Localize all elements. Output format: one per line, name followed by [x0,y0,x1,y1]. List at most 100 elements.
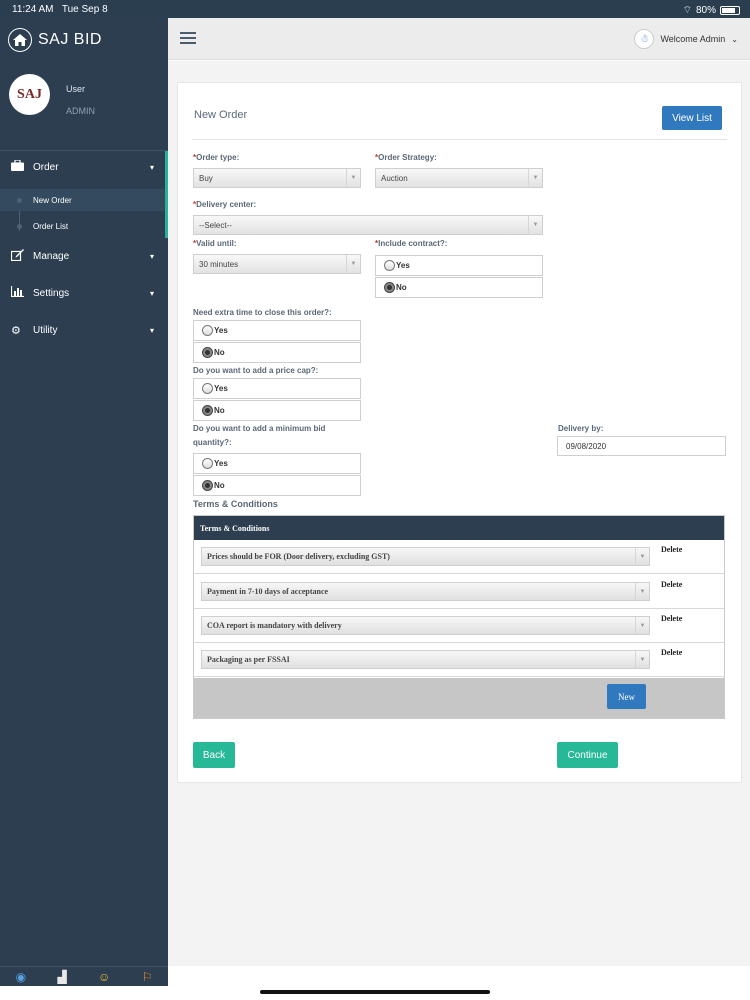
extra-time-yes[interactable]: Yes [193,320,361,341]
chevron-down-icon: ▾ [149,251,154,261]
back-button[interactable]: Back [193,742,235,768]
sidebar-bottom-bar: ◉ ▟ ☺ ⚐ [0,966,168,986]
delivery-center-label: *Delivery center: [193,200,257,209]
delete-link[interactable]: Delete [661,614,682,623]
price-cap-label: Do you want to add a price cap?: [193,366,319,375]
min-bid-yes[interactable]: Yes [193,453,361,474]
eye-icon[interactable]: ◉ [16,970,26,984]
radio-label: Yes [214,326,228,335]
min-bid-label-line2: quantity?: [193,438,232,447]
status-right: ⌔ 80% [683,4,740,17]
view-list-button[interactable]: View List [662,106,722,130]
terms-row: Prices should be FOR (Door delivery, exc… [194,540,724,574]
radio-icon [202,325,213,336]
radio-label: No [214,348,225,357]
valid-until-select[interactable]: 30 minutes ▼ [193,254,361,274]
emoji-icon[interactable]: ☺ [98,970,110,984]
battery-percent: 80% [695,5,716,16]
submenu-dot [17,223,22,229]
radio-icon [202,458,213,469]
menu-toggle-icon[interactable] [180,32,196,44]
new-term-button[interactable]: New [607,684,646,709]
sidebar-item-utility[interactable]: ⚙ Utility ▾ [0,319,165,341]
order-type-select[interactable]: Buy ▼ [193,168,361,188]
terms-table-header: Terms & Conditions [194,516,724,540]
toilet-icon[interactable]: ▟ [57,970,66,984]
min-bid-no[interactable]: No [193,475,361,496]
continue-button[interactable]: Continue [557,742,618,768]
dropdown-arrow-icon: ▼ [346,169,360,187]
brand-name: SAJ BID [38,31,102,48]
delivery-center-select[interactable]: --Select-- ▼ [193,215,543,235]
dropdown-arrow-icon: ▼ [635,617,649,634]
sidebar-subitem-new-order[interactable]: New Order [0,189,165,211]
dropdown-arrow-icon: ▼ [528,169,542,187]
extra-time-no[interactable]: No [193,342,361,363]
include-contract-label: *Include contract?: [375,239,448,248]
delivery-by-date-input[interactable]: 09/08/2020 [557,436,726,456]
term-text: Payment in 7-10 days of acceptance [207,587,329,596]
include-contract-yes[interactable]: Yes [375,255,543,276]
radio-label: No [214,481,225,490]
include-contract-no[interactable]: No [375,277,543,298]
company-logo: SAJ [9,74,50,115]
page-title: New Order [194,109,248,121]
user-menu[interactable]: ☃ Welcome Admin ⌄ [634,29,738,49]
user-profile: SAJ User ADMIN [9,74,169,134]
status-bar: 11:24 AM Tue Sep 8 ⌔ 80% [0,0,750,18]
term-select[interactable]: COA report is mandatory with delivery ▼ [201,616,650,635]
radio-selected-icon [202,480,213,491]
radio-selected-icon [202,405,213,416]
wifi-icon: ⌔ [682,5,692,16]
chevron-down-icon: ▾ [149,162,154,172]
submenu-label: New Order [33,195,72,205]
term-select[interactable]: Payment in 7-10 days of acceptance ▼ [201,582,650,601]
radio-label: No [214,406,225,415]
term-text: Packaging as per FSSAI [207,655,290,664]
terms-table-footer: New [194,678,724,718]
term-select[interactable]: Packaging as per FSSAI ▼ [201,650,650,669]
sidebar-item-settings[interactable]: Settings ▾ [0,282,165,304]
edit-icon [10,248,25,264]
gear-icon: ⚙ [11,324,21,337]
welcome-text: Welcome Admin [660,34,726,44]
user-role: ADMIN [66,106,95,116]
radio-label: Yes [396,261,410,270]
delivery-by-label: Delivery by: [558,424,604,433]
order-strategy-label: *Order Strategy: [375,153,437,162]
title-divider [192,139,727,140]
radio-icon [384,260,395,271]
sidebar-item-manage[interactable]: Manage ▾ [0,245,165,267]
sidebar-subitem-order-list[interactable]: Order List [0,215,165,237]
term-select[interactable]: Prices should be FOR (Door delivery, exc… [201,547,650,566]
surfer-icon[interactable]: ⚐ [142,970,153,984]
avatar: ☃ [634,29,655,49]
order-strategy-select[interactable]: Auction ▼ [375,168,543,188]
submenu-dot [17,197,22,203]
extra-time-label: Need extra time to close this order?: [193,308,332,317]
dropdown-arrow-icon: ▼ [635,651,649,668]
select-value: --Select-- [199,220,232,230]
terms-row: COA report is mandatory with delivery ▼ D… [194,609,724,643]
delete-link[interactable]: Delete [661,545,682,554]
sidebar-item-label: Manage [33,250,70,262]
delete-link[interactable]: Delete [661,648,682,657]
radio-selected-icon [202,347,213,358]
radio-selected-icon [384,282,395,293]
radio-label: No [396,283,407,292]
top-bar: ☃ Welcome Admin ⌄ [168,18,750,60]
sidebar-item-order[interactable]: Order ▾ [0,156,165,178]
brand[interactable]: SAJ BID [8,28,102,52]
briefcase-icon [11,159,25,174]
select-value: 30 minutes [199,259,239,269]
radio-label: Yes [214,459,228,468]
battery-icon [720,6,740,15]
delete-link[interactable]: Delete [661,580,682,589]
select-value: Auction [381,173,408,183]
nav-divider [0,150,168,151]
price-cap-no[interactable]: No [193,400,361,421]
bar-chart-icon [10,286,25,300]
dropdown-arrow-icon: ▼ [635,583,649,600]
dropdown-arrow-icon: ▼ [635,548,649,565]
price-cap-yes[interactable]: Yes [193,378,361,399]
